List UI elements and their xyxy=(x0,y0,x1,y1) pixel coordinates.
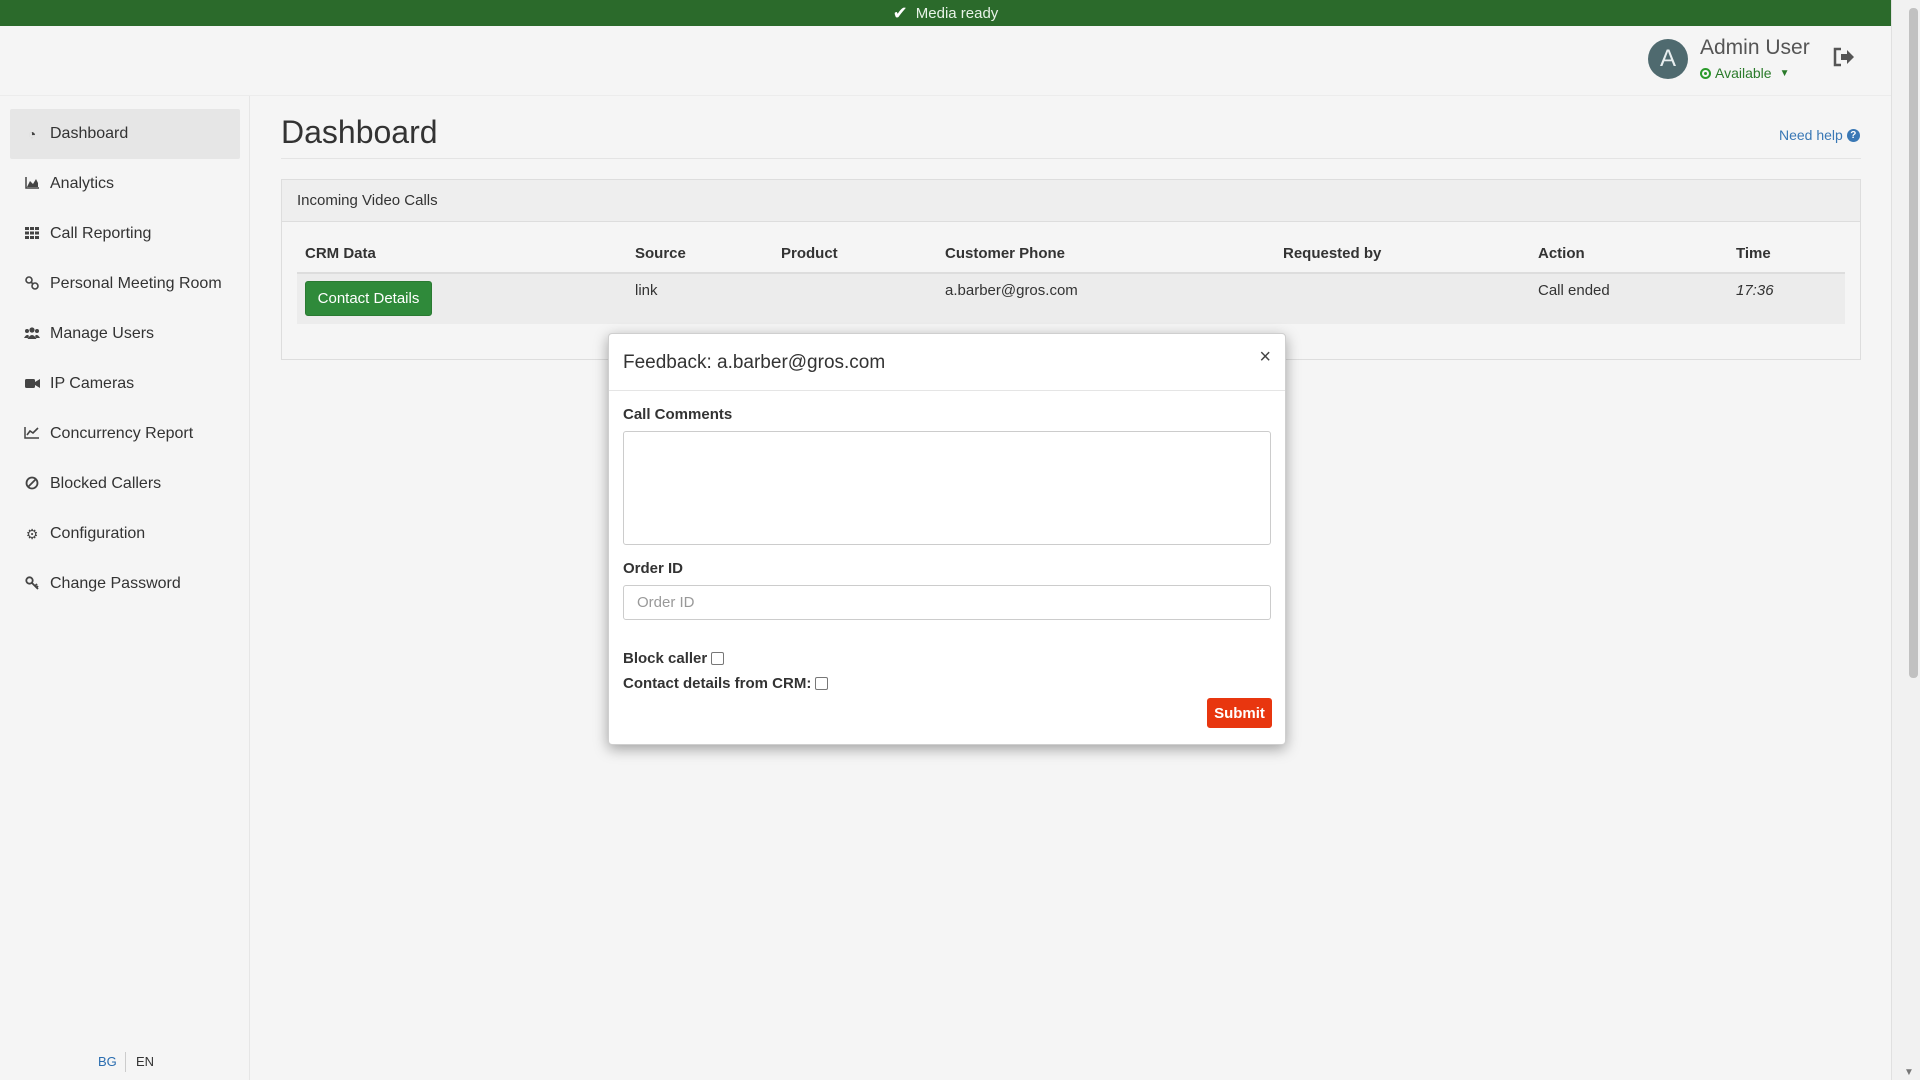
sidebar-item-label: Dashboard xyxy=(50,125,129,142)
status-dot-icon xyxy=(1700,67,1711,79)
gear-icon: ⚙ xyxy=(25,525,39,542)
sidebar-item-label: Change Password xyxy=(50,575,181,592)
modal-header-divider xyxy=(609,390,1285,391)
sidebar-item-label: IP Cameras xyxy=(50,375,135,392)
crm-contact-row: Contact details from CRM: xyxy=(623,675,829,692)
close-icon[interactable]: × xyxy=(1259,346,1271,369)
sidebar-item-label: Concurrency Report xyxy=(50,425,194,442)
sidebar-item-label: Call Reporting xyxy=(50,225,152,242)
caret-down-icon: ▼ xyxy=(1779,67,1790,79)
video-camera-icon xyxy=(24,376,40,392)
sidebar-item-personal-meeting-room[interactable]: Personal Meeting Room xyxy=(10,259,240,309)
check-icon: ✔ xyxy=(892,2,908,23)
user-name[interactable]: Admin User xyxy=(1700,36,1810,60)
sidebar-item-manage-users[interactable]: Manage Users xyxy=(10,309,240,359)
sidebar-item-call-reporting[interactable]: Call Reporting xyxy=(10,209,240,259)
need-help-link[interactable]: Need help ? xyxy=(1779,127,1860,143)
dashboard-icon: ◔ xyxy=(27,126,37,142)
panel-title: Incoming Video Calls xyxy=(282,180,1860,222)
cell-action: Call ended xyxy=(1538,282,1610,299)
language-en[interactable]: EN xyxy=(136,1054,154,1069)
need-help-label: Need help xyxy=(1779,127,1843,143)
area-chart-icon xyxy=(24,176,40,192)
call-comments-textarea[interactable] xyxy=(623,431,1271,545)
column-header-customer-phone: Customer Phone xyxy=(945,245,1066,262)
sidebar-item-dashboard[interactable]: ◔ Dashboard xyxy=(10,109,240,159)
call-comments-label: Call Comments xyxy=(623,406,733,423)
key-icon xyxy=(24,575,40,593)
avatar[interactable]: A xyxy=(1648,39,1688,79)
sidebar: ◔ Dashboard Analytics Call Reporting Per… xyxy=(0,96,250,1080)
column-header-source: Source xyxy=(635,245,686,262)
modal-title: Feedback: a.barber@gros.com xyxy=(623,352,886,373)
sidebar-item-analytics[interactable]: Analytics xyxy=(10,159,240,209)
link-icon xyxy=(24,275,40,293)
users-icon xyxy=(24,326,40,342)
sidebar-item-blocked-callers[interactable]: Blocked Callers xyxy=(10,459,240,509)
top-header: A Admin User Available ▼ xyxy=(0,26,1891,96)
block-caller-checkbox[interactable] xyxy=(711,652,725,665)
sidebar-item-label: Personal Meeting Room xyxy=(50,275,222,292)
sidebar-item-configuration[interactable]: ⚙ Configuration xyxy=(10,509,240,559)
block-caller-row: Block caller xyxy=(623,650,725,667)
media-ready-text: Media ready xyxy=(915,4,999,22)
logout-icon[interactable] xyxy=(1832,46,1856,74)
scroll-down-arrow-icon[interactable]: ▼ xyxy=(1904,1067,1914,1078)
cell-source: link xyxy=(635,282,658,299)
column-header-product: Product xyxy=(781,245,838,262)
media-ready-banner: ✔ Media ready xyxy=(0,0,1891,26)
scrollbar-thumb[interactable] xyxy=(1909,8,1918,678)
feedback-modal: Feedback: a.barber@gros.com × Call Comme… xyxy=(608,333,1286,745)
sidebar-item-change-password[interactable]: Change Password xyxy=(10,559,240,609)
sidebar-item-label: Analytics xyxy=(50,175,115,192)
crm-contact-checkbox[interactable] xyxy=(815,677,829,690)
order-id-input[interactable] xyxy=(623,585,1271,620)
contact-details-button[interactable]: Contact Details xyxy=(305,281,432,316)
language-bg[interactable]: BG xyxy=(98,1054,117,1069)
column-header-action: Action xyxy=(1538,245,1585,262)
question-circle-icon: ? xyxy=(1846,128,1860,142)
line-chart-icon xyxy=(24,426,40,442)
grid-icon xyxy=(24,226,40,242)
title-divider xyxy=(281,158,1861,159)
sidebar-item-label: Configuration xyxy=(50,525,146,542)
crm-contact-label: Contact details from CRM: xyxy=(623,675,812,692)
status-label: Available xyxy=(1715,65,1772,81)
submit-button[interactable]: Submit xyxy=(1207,698,1272,728)
column-header-crm-data: CRM Data xyxy=(305,245,376,262)
sidebar-item-ip-cameras[interactable]: IP Cameras xyxy=(10,359,240,409)
sidebar-item-label: Manage Users xyxy=(50,325,155,342)
sidebar-item-concurrency-report[interactable]: Concurrency Report xyxy=(10,409,240,459)
cell-time: 17:36 xyxy=(1736,282,1774,299)
page-scrollbar[interactable]: ▼ xyxy=(1891,0,1920,1080)
ban-icon xyxy=(24,476,40,493)
column-header-time: Time xyxy=(1736,245,1771,262)
language-divider xyxy=(125,1052,126,1072)
sidebar-item-label: Blocked Callers xyxy=(50,475,162,492)
page-title: Dashboard xyxy=(281,114,438,150)
status-dropdown[interactable]: Available ▼ xyxy=(1700,65,1789,81)
order-id-label: Order ID xyxy=(623,560,684,577)
cell-customer-phone: a.barber@gros.com xyxy=(945,282,1078,299)
column-header-requested-by: Requested by xyxy=(1283,245,1382,262)
block-caller-label: Block caller xyxy=(623,650,708,667)
